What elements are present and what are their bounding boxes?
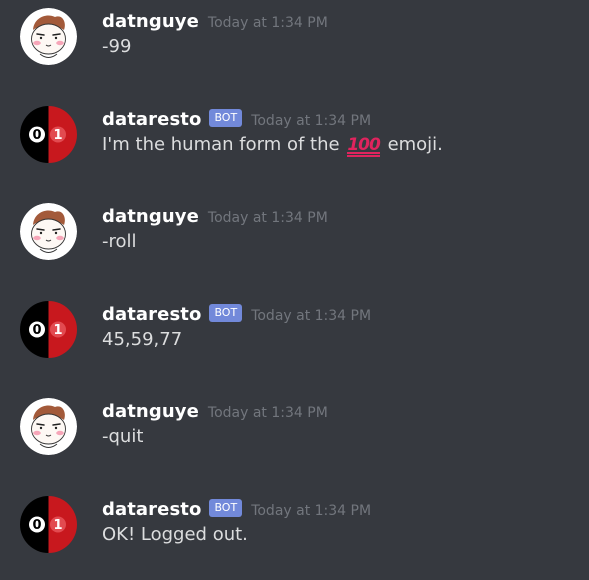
message-item: datnguye Today at 1:34 PM -roll [0, 203, 589, 283]
message-timestamp: Today at 1:34 PM [207, 209, 328, 226]
username[interactable]: datnguye [102, 11, 199, 32]
message-header: datnguye Today at 1:34 PM [102, 8, 328, 34]
binary-01-icon: 0 1 [20, 496, 77, 553]
cartoon-face-icon [20, 8, 77, 65]
message-timestamp: Today at 1:34 PM [207, 404, 328, 421]
hundred-points-emoji-icon[interactable]: 100 [347, 135, 381, 155]
username[interactable]: dataresto [102, 499, 201, 520]
user-avatar[interactable] [20, 398, 77, 455]
svg-text:1: 1 [53, 128, 62, 143]
username[interactable]: dataresto [102, 109, 201, 130]
message-header: dataresto BOT Today at 1:34 PM [102, 496, 371, 522]
username[interactable]: dataresto [102, 304, 201, 325]
message-header: dataresto BOT Today at 1:34 PM [102, 106, 371, 132]
bot-tag: BOT [209, 108, 243, 127]
chat-message-list: datnguye Today at 1:34 PM -99 0 1 datare… [0, 0, 589, 580]
svg-text:0: 0 [32, 518, 41, 533]
message-content: -99 [102, 36, 132, 57]
message-item: 0 1 dataresto BOT Today at 1:34 PM I'm t… [0, 106, 589, 186]
user-avatar[interactable] [20, 8, 77, 65]
message-item: 0 1 dataresto BOT Today at 1:34 PM 45,59… [0, 301, 589, 381]
username[interactable]: datnguye [102, 401, 199, 422]
message-header: datnguye Today at 1:34 PM [102, 203, 328, 229]
message-timestamp: Today at 1:34 PM [207, 14, 328, 31]
message-content: -roll [102, 231, 137, 252]
binary-01-icon: 0 1 [20, 301, 77, 358]
message-header: datnguye Today at 1:34 PM [102, 398, 328, 424]
cartoon-face-icon [20, 203, 77, 260]
bot-avatar[interactable]: 0 1 [20, 496, 77, 553]
bot-tag: BOT [209, 498, 243, 517]
cartoon-face-icon [20, 398, 77, 455]
bot-avatar[interactable]: 0 1 [20, 301, 77, 358]
svg-text:1: 1 [53, 518, 62, 533]
message-text: emoji. [387, 134, 443, 155]
binary-01-icon: 0 1 [20, 106, 77, 163]
message-item: 0 1 dataresto BOT Today at 1:34 PM OK! L… [0, 496, 589, 576]
bot-avatar[interactable]: 0 1 [20, 106, 77, 163]
svg-text:0: 0 [32, 323, 41, 338]
message-timestamp: Today at 1:34 PM [251, 307, 372, 324]
svg-text:1: 1 [53, 323, 62, 338]
message-timestamp: Today at 1:34 PM [251, 502, 372, 519]
message-item: datnguye Today at 1:34 PM -99 [0, 8, 589, 88]
username[interactable]: datnguye [102, 206, 199, 227]
message-text: I'm the human form of the [102, 134, 340, 155]
message-content: 45,59,77 [102, 329, 183, 350]
message-item: datnguye Today at 1:34 PM -quit [0, 398, 589, 478]
message-header: dataresto BOT Today at 1:34 PM [102, 301, 371, 327]
message-content: I'm the human form of the 100 emoji. [102, 134, 443, 155]
user-avatar[interactable] [20, 203, 77, 260]
bot-tag: BOT [209, 303, 243, 322]
message-content: OK! Logged out. [102, 524, 248, 545]
message-timestamp: Today at 1:34 PM [251, 112, 372, 129]
message-content: -quit [102, 426, 144, 447]
svg-text:0: 0 [32, 128, 41, 143]
